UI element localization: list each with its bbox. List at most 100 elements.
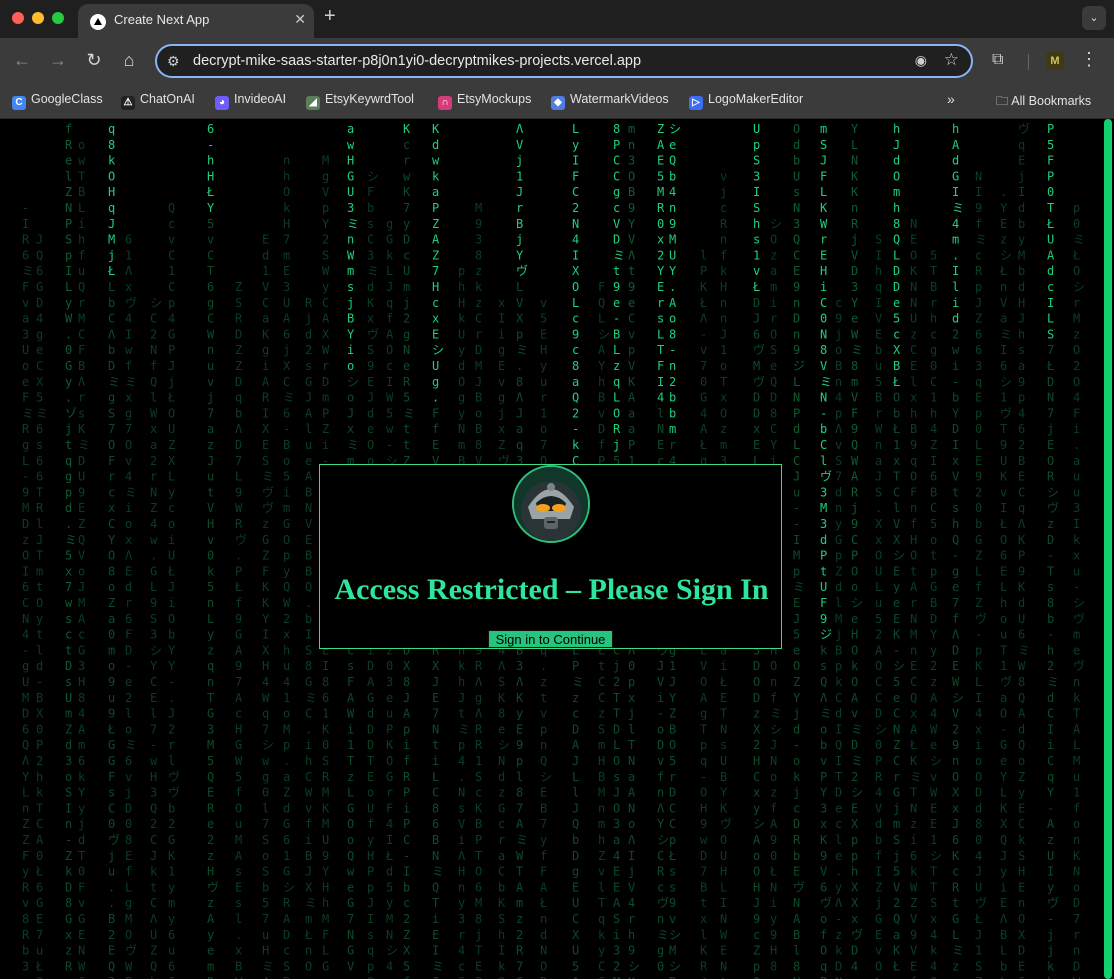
matrix-glyph: C bbox=[262, 296, 269, 310]
profile-icon[interactable]: M bbox=[1046, 52, 1064, 70]
matrix-glyph: k bbox=[835, 944, 843, 958]
matrix-glyph: a bbox=[613, 833, 620, 847]
matrix-glyph: i bbox=[168, 596, 175, 610]
site-info-icon[interactable]: ⚙ bbox=[167, 53, 180, 70]
matrix-glyph: L bbox=[975, 438, 982, 452]
bookmark-logomakereditor[interactable]: ▷ LogoMakerEditor bbox=[689, 92, 803, 110]
matrix-glyph: Ł bbox=[1046, 217, 1054, 231]
all-bookmarks-button[interactable]: 🗀 All Bookmarks bbox=[996, 92, 1091, 113]
matrix-glyph: m bbox=[207, 959, 214, 973]
matrix-glyph: ヴ bbox=[235, 532, 247, 547]
eye-slash-icon[interactable]: ◉ bbox=[915, 52, 927, 69]
close-window-button[interactable] bbox=[12, 12, 24, 24]
matrix-glyph: r bbox=[78, 391, 85, 405]
matrix-glyph: 2 bbox=[36, 754, 43, 768]
matrix-glyph: T bbox=[1000, 643, 1007, 657]
matrix-glyph: y bbox=[207, 928, 214, 942]
extensions-icon[interactable]: ⧉ bbox=[992, 51, 1003, 69]
tab-active[interactable]: Create Next App ✕ bbox=[78, 4, 314, 38]
matrix-glyph: u bbox=[168, 944, 175, 958]
matrix-glyph: w bbox=[952, 343, 960, 357]
matrix-glyph: K bbox=[893, 628, 901, 642]
matrix-glyph: X bbox=[516, 312, 524, 326]
matrix-glyph: 2 bbox=[150, 817, 157, 831]
matrix-glyph: C bbox=[910, 675, 917, 689]
matrix-glyph: m bbox=[851, 375, 858, 389]
maximize-window-button[interactable] bbox=[52, 12, 64, 24]
matrix-glyph: K bbox=[498, 896, 506, 910]
matrix-glyph: 9 bbox=[628, 944, 635, 958]
matrix-glyph: z bbox=[753, 707, 760, 721]
matrix-glyph: ミ bbox=[22, 406, 34, 420]
matrix-glyph: o bbox=[1073, 880, 1080, 894]
matrix-glyph: Ł bbox=[999, 517, 1007, 531]
matrix-glyph: D bbox=[572, 722, 579, 736]
matrix-glyph: T bbox=[910, 786, 917, 800]
bookmark-invideoai[interactable]: ◕ InvideoAI bbox=[215, 92, 286, 110]
matrix-glyph: 9 bbox=[851, 517, 858, 531]
scrollbar[interactable] bbox=[1104, 119, 1112, 979]
matrix-glyph: m bbox=[516, 896, 523, 910]
matrix-glyph: p bbox=[851, 833, 858, 847]
forward-button[interactable]: → bbox=[47, 50, 69, 71]
matrix-glyph: i bbox=[168, 533, 175, 547]
matrix-glyph: N bbox=[910, 296, 917, 310]
matrix-glyph: E bbox=[820, 248, 827, 262]
matrix-glyph: Y bbox=[1000, 770, 1008, 784]
menu-icon[interactable]: ⋮ bbox=[1080, 49, 1098, 70]
matrix-glyph: q bbox=[820, 959, 827, 973]
matrix-glyph: A bbox=[753, 833, 761, 847]
matrix-glyph: 6 bbox=[910, 849, 917, 863]
matrix-glyph: v bbox=[851, 707, 858, 721]
home-button[interactable]: ⌂ bbox=[118, 50, 140, 71]
minimize-window-button[interactable] bbox=[32, 12, 44, 24]
address-bar[interactable]: ⚙ decrypt-mike-saas-starter-p8j0n1yi0-de… bbox=[155, 44, 973, 78]
matrix-glyph: O bbox=[700, 786, 707, 800]
matrix-glyph: C bbox=[893, 707, 900, 721]
matrix-glyph: 2 bbox=[125, 691, 132, 705]
more-bookmarks-icon[interactable]: » bbox=[947, 91, 955, 107]
bookmark-label: WatermarkVideos bbox=[570, 92, 669, 106]
matrix-glyph: ミ bbox=[432, 865, 444, 879]
matrix-glyph: g bbox=[36, 327, 43, 341]
sign-in-button[interactable]: Sign in to Continue bbox=[488, 630, 613, 648]
matrix-glyph: 9 bbox=[628, 201, 635, 215]
bookmark-etsykeywrdtool[interactable]: ◢ EtsyKeywrdTool bbox=[306, 92, 414, 110]
matrix-glyph: z bbox=[910, 817, 917, 831]
matrix-glyph: R bbox=[403, 770, 411, 784]
tab-close-icon[interactable]: ✕ bbox=[294, 11, 306, 28]
matrix-glyph: x bbox=[432, 312, 439, 326]
matrix-glyph: Z bbox=[793, 675, 800, 689]
matrix-glyph: シ bbox=[893, 659, 905, 673]
bookmark-star-icon[interactable]: ☆ bbox=[944, 50, 959, 70]
matrix-glyph: A bbox=[793, 912, 801, 926]
matrix-glyph: m bbox=[283, 248, 290, 262]
matrix-glyph: W bbox=[322, 264, 330, 278]
matrix-glyph: W bbox=[65, 312, 73, 326]
matrix-glyph: X bbox=[322, 327, 330, 341]
new-tab-button[interactable]: + bbox=[324, 5, 336, 28]
matrix-glyph: b bbox=[820, 738, 827, 752]
bookmark-etsymockups[interactable]: ∩ EtsyMockups bbox=[438, 92, 531, 110]
matrix-glyph: 1 bbox=[753, 248, 760, 262]
url-text[interactable]: decrypt-mike-saas-starter-p8j0n1yi0-decr… bbox=[193, 53, 641, 69]
matrix-glyph: j bbox=[125, 786, 132, 800]
matrix-glyph: B bbox=[628, 185, 635, 199]
matrix-glyph: D bbox=[367, 738, 374, 752]
matrix-glyph: 0 bbox=[875, 738, 882, 752]
matrix-glyph: H bbox=[770, 944, 777, 958]
matrix-glyph: J bbox=[108, 217, 115, 231]
matrix-glyph: シ bbox=[367, 169, 379, 183]
tab-search-button[interactable]: ⌄ bbox=[1082, 6, 1106, 30]
bookmark-watermarkvideos[interactable]: ◆ WatermarkVideos bbox=[551, 92, 669, 110]
bookmark-chatonai[interactable]: ⚠ ChatOnAI bbox=[121, 92, 195, 110]
back-button[interactable]: ← bbox=[11, 50, 33, 71]
matrix-glyph: - bbox=[793, 738, 800, 752]
matrix-glyph: 7 bbox=[65, 580, 72, 594]
matrix-glyph: b bbox=[1018, 217, 1025, 231]
matrix-glyph: R bbox=[851, 217, 859, 231]
bookmark-googleclass[interactable]: C GoogleClass bbox=[12, 92, 103, 110]
matrix-glyph: D bbox=[125, 643, 132, 657]
reload-button[interactable]: ↻ bbox=[83, 50, 105, 71]
matrix-glyph: J bbox=[150, 849, 157, 863]
